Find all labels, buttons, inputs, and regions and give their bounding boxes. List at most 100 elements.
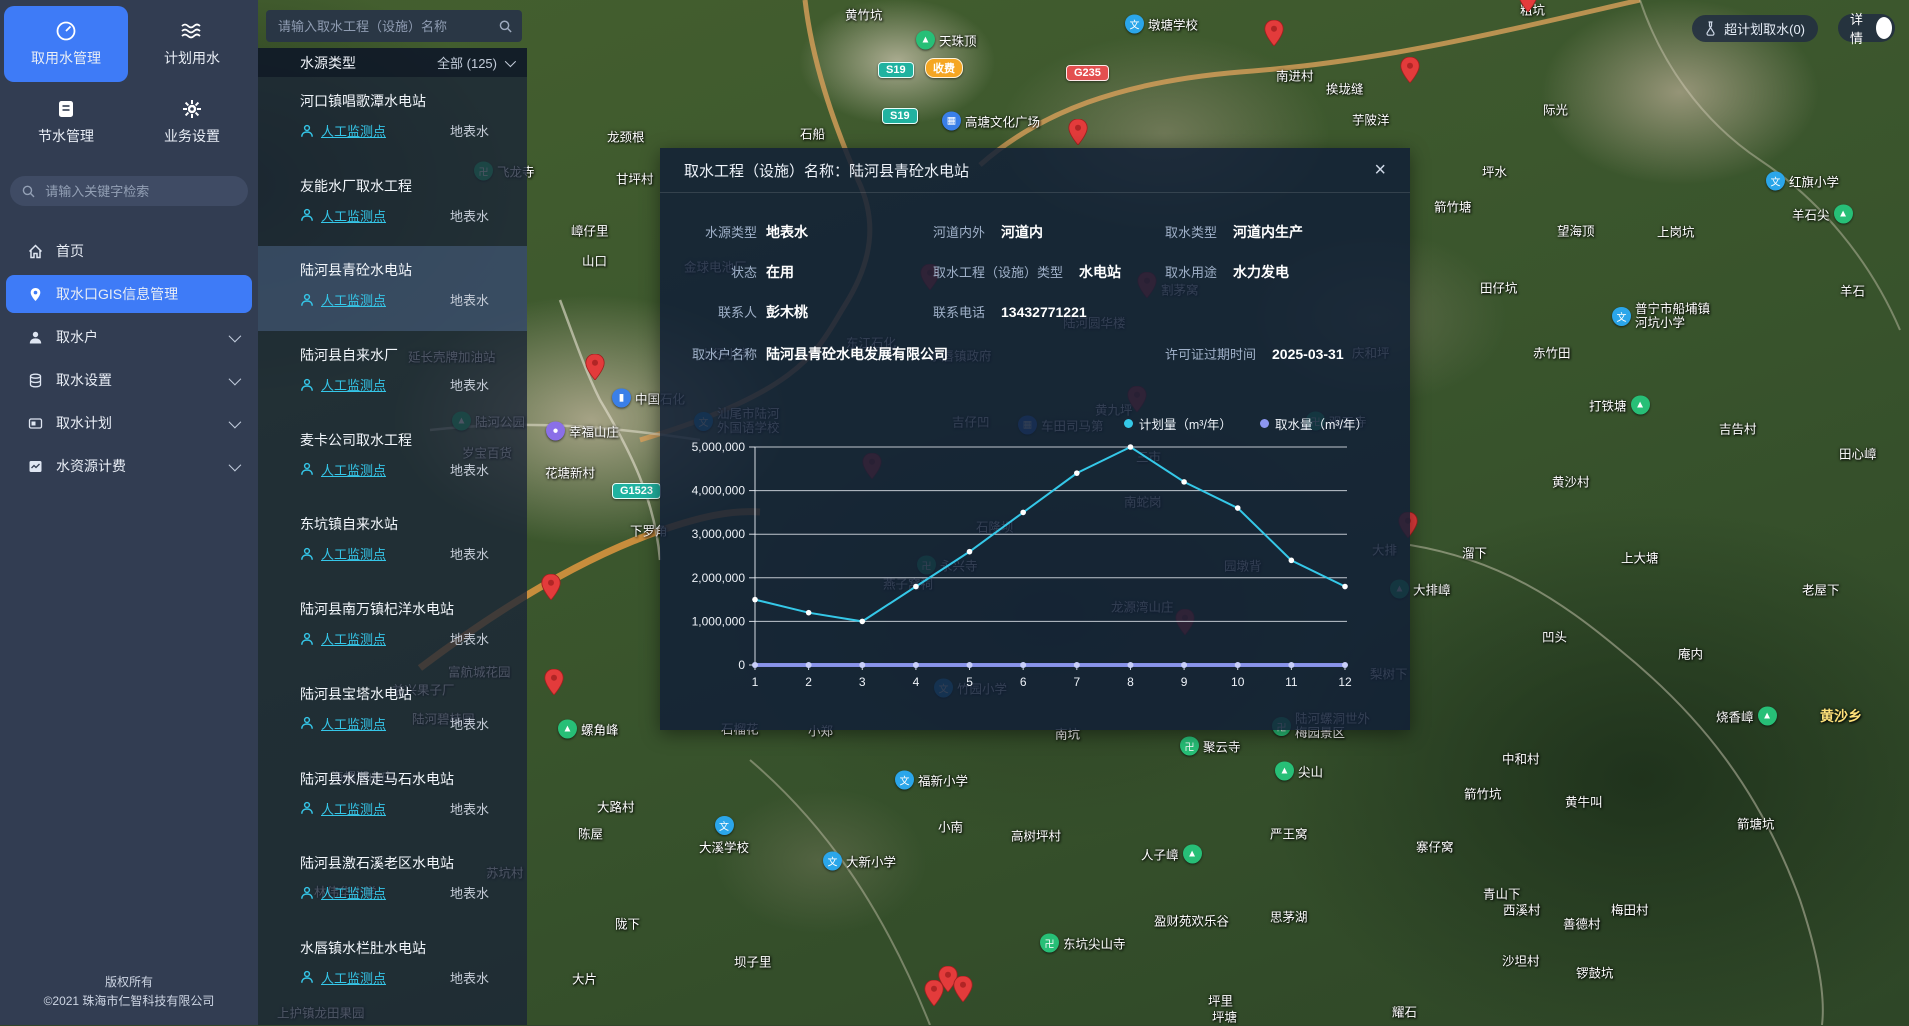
- person-icon: [300, 547, 314, 561]
- svg-text:5: 5: [966, 675, 973, 689]
- station-list-item[interactable]: 河口镇唱歌潭水电站人工监测点地表水: [258, 77, 527, 162]
- map-label-text: 箭竹坑: [1464, 784, 1502, 803]
- monitor-type-link[interactable]: 人工监测点: [321, 544, 386, 563]
- svg-text:4,000,000: 4,000,000: [692, 484, 746, 498]
- svg-text:1,000,000: 1,000,000: [692, 614, 746, 628]
- module-label: 节水管理: [38, 126, 94, 146]
- station-list-item[interactable]: 友能水厂取水工程人工监测点地表水: [258, 162, 527, 247]
- map-label: 石船: [800, 124, 825, 143]
- legend-item-actual[interactable]: 取水量（m³/年）: [1260, 414, 1368, 433]
- waves-icon: [180, 20, 204, 42]
- station-search-box[interactable]: [266, 10, 522, 42]
- module-water-saving[interactable]: 节水管理: [4, 84, 128, 160]
- field-row-4: 取水户名称 陆河县青砼水电发展有限公司 许可证过期时间2025-03-31: [660, 344, 1410, 364]
- map-label-text: 严王窝: [1270, 824, 1308, 843]
- map-pin-marker[interactable]: [1264, 20, 1284, 46]
- map-label: 烧香嶂▲: [1716, 707, 1777, 726]
- copyright: 版权所有 ©2021 珠海市仁智科技有限公司: [0, 973, 258, 1011]
- map-pin-marker[interactable]: [1068, 119, 1088, 145]
- map-label: 挨垅缝: [1326, 79, 1364, 98]
- map-label: 坪塘: [1212, 1007, 1237, 1026]
- module-planned-water[interactable]: 计划用水: [130, 6, 254, 82]
- map-label: 赤竹田: [1533, 343, 1571, 362]
- monitor-type-link[interactable]: 人工监测点: [321, 714, 386, 733]
- monitor-type-link[interactable]: 人工监测点: [321, 460, 386, 479]
- station-search-input[interactable]: [276, 18, 491, 35]
- monitor-type-link[interactable]: 人工监测点: [321, 290, 386, 309]
- station-list-item[interactable]: 陆河县水唇走马石水电站人工监测点地表水: [258, 755, 527, 840]
- menu-item-gis-management[interactable]: 取水口GIS信息管理: [6, 275, 252, 313]
- map-label: 耀石: [1392, 1002, 1417, 1021]
- station-list-item[interactable]: 水唇镇水栏肚水电站人工监测点地表水: [258, 924, 527, 1009]
- map-label: 黄沙村: [1552, 472, 1590, 491]
- station-list-item[interactable]: 东坑镇自来水站人工监测点地表水: [258, 500, 527, 585]
- filter-dropdown[interactable]: 全部 (125): [437, 53, 513, 72]
- monitor-type-link[interactable]: 人工监测点: [321, 121, 386, 140]
- monitor-type-link[interactable]: 人工监测点: [321, 629, 386, 648]
- monitor-type-link[interactable]: 人工监测点: [321, 968, 386, 987]
- map-label-text: 大排嶂: [1413, 580, 1451, 599]
- monitor-type-link[interactable]: 人工监测点: [321, 375, 386, 394]
- legend-dot-plan: [1124, 419, 1133, 428]
- station-list-item[interactable]: 陆河县南万镇杞洋水电站人工监测点地表水: [258, 585, 527, 670]
- map-label: 老屋下: [1802, 580, 1840, 599]
- menu-item-home[interactable]: 首页: [6, 232, 252, 270]
- map-pin-marker[interactable]: [1518, 0, 1538, 12]
- map-label: 文墩塘学校: [1125, 15, 1198, 34]
- sidebar-search-input[interactable]: [43, 183, 236, 200]
- map-label: 中和村: [1502, 749, 1540, 768]
- database-icon: [28, 373, 43, 388]
- map-pin-marker[interactable]: [541, 574, 561, 600]
- legend-item-plan[interactable]: 计划量（m³/年）: [1124, 414, 1232, 433]
- mountain-icon: ▲: [1183, 845, 1202, 864]
- close-icon[interactable]: ×: [1374, 160, 1386, 180]
- road-badge: S19: [882, 108, 918, 124]
- svg-text:6: 6: [1020, 675, 1027, 689]
- water-source-type: 地表水: [450, 799, 489, 818]
- menu-item-intake-settings[interactable]: 取水设置: [6, 361, 252, 399]
- map-label-text: 望海顶: [1557, 221, 1595, 240]
- map-pin-marker[interactable]: [585, 354, 605, 380]
- map-pin-marker[interactable]: [924, 980, 944, 1006]
- mountain-icon: ▲: [1758, 707, 1777, 726]
- field-value: 彭木桃: [766, 302, 808, 322]
- field-value: 陆河县青砼水电发展有限公司: [766, 344, 948, 364]
- chevron-down-icon: [229, 372, 242, 385]
- flask-icon: [1705, 21, 1718, 36]
- detail-toggle[interactable]: 详情: [1838, 14, 1895, 42]
- module-business-settings[interactable]: 业务设置: [130, 84, 254, 160]
- module-water-intake[interactable]: 取用水管理: [4, 6, 128, 82]
- monitor-type-link[interactable]: 人工监测点: [321, 206, 386, 225]
- map-label: 严王窝: [1270, 824, 1308, 843]
- map-label-text: 黄沙村: [1552, 472, 1590, 491]
- map-label: 打铁塘▲: [1589, 396, 1650, 415]
- station-list-item[interactable]: 陆河县激石溪老区水电站人工监测点地表水: [258, 839, 527, 924]
- map-pin-marker[interactable]: [953, 976, 973, 1002]
- map-label-text: 坪塘: [1212, 1007, 1237, 1026]
- temple-icon: 卍: [1180, 737, 1199, 756]
- mountain-icon: ▲: [1275, 762, 1294, 781]
- monitor-type-link[interactable]: 人工监测点: [321, 883, 386, 902]
- monitor-type-link[interactable]: 人工监测点: [321, 799, 386, 818]
- school-icon: 文: [1766, 172, 1785, 191]
- station-list-item[interactable]: 陆河县青砼水电站人工监测点地表水: [258, 246, 527, 331]
- station-list-item[interactable]: 陆河县自来水厂人工监测点地表水: [258, 331, 527, 416]
- menu-item-intake-plan[interactable]: 取水计划: [6, 404, 252, 442]
- over-plan-intake-button[interactable]: 超计划取水(0): [1692, 15, 1818, 42]
- map-label: 西溪村: [1503, 900, 1541, 919]
- map-label: ▲尖山: [1275, 762, 1323, 781]
- sidebar-search-box[interactable]: [10, 176, 248, 206]
- menu-item-water-users[interactable]: 取水户: [6, 318, 252, 356]
- map-pin-marker[interactable]: [1400, 57, 1420, 83]
- map-label-text: 田心嶂: [1839, 444, 1877, 463]
- water-source-type: 地表水: [450, 121, 489, 140]
- station-list-item[interactable]: 陆河县宝塔水电站人工监测点地表水: [258, 670, 527, 755]
- map-pin-marker[interactable]: [544, 669, 564, 695]
- person-icon: [300, 124, 314, 138]
- station-list-item[interactable]: 麦卡公司取水工程人工监测点地表水: [258, 416, 527, 501]
- menu-item-water-billing[interactable]: 水资源计费: [6, 447, 252, 485]
- map-label-text: 天珠顶: [939, 31, 977, 50]
- map-label: 黄沙乡: [1820, 706, 1862, 726]
- map-label-text: 龙颈根: [607, 127, 645, 146]
- map-label: 吉告村: [1719, 419, 1757, 438]
